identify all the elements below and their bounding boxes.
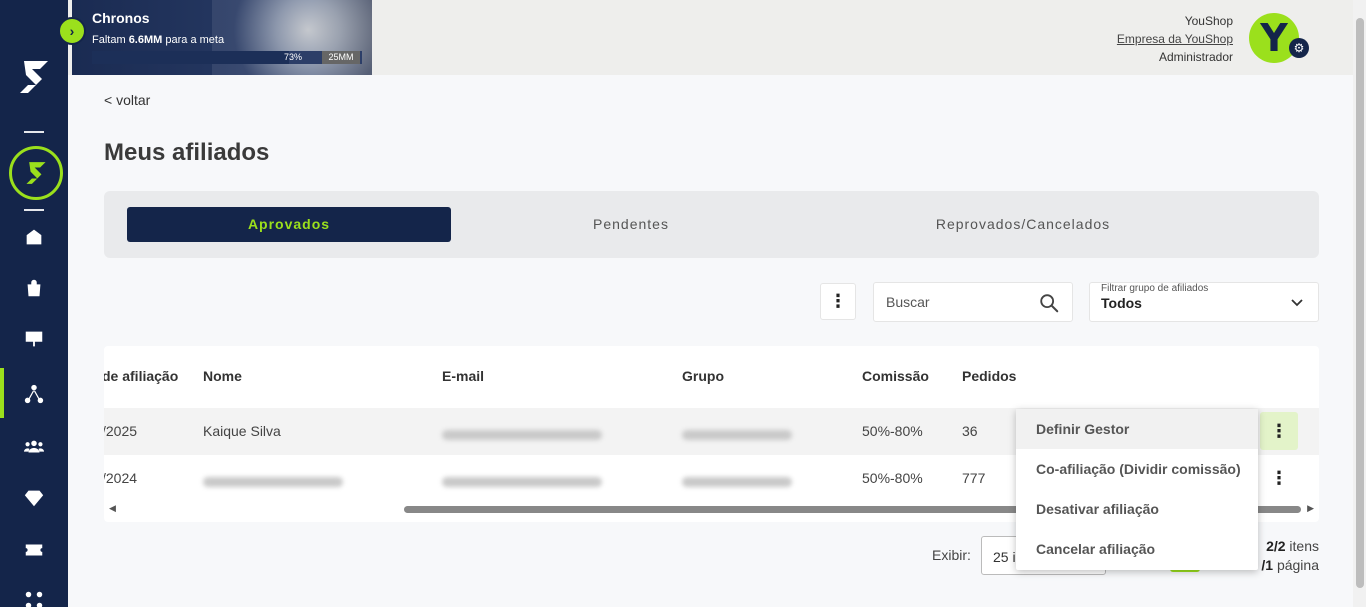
goal-progress-fill [92, 51, 290, 64]
sidebar-divider [24, 131, 44, 133]
banner-title: Chronos [92, 10, 150, 26]
home-icon[interactable] [22, 225, 46, 249]
goal-banner[interactable]: Chronos Faltam 6.6MM para a meta 73% 25M… [72, 0, 372, 75]
back-link[interactable]: < voltar [104, 92, 150, 108]
scroll-left-arrow-icon[interactable]: ◀ [109, 503, 116, 514]
pages-count-value: /1 [1261, 557, 1274, 573]
company-link[interactable]: Empresa da YouShop [1117, 30, 1233, 48]
affiliates-network-icon[interactable] [22, 382, 46, 406]
items-count-suffix: itens [1289, 538, 1319, 554]
user-info: YouShop Empresa da YouShop Administrador [1117, 12, 1233, 66]
cell-email-redacted [442, 474, 602, 490]
search-icon[interactable] [1038, 292, 1060, 314]
cell-commission: 50%-80% [862, 470, 923, 486]
status-tabs: Aprovados Pendentes Reprovados/Cancelado… [104, 191, 1319, 258]
user-name: YouShop [1184, 14, 1233, 28]
search-box [873, 282, 1073, 322]
column-header-date[interactable]: de afiliação [104, 368, 178, 384]
apps-grid-icon[interactable] [22, 588, 46, 607]
users-group-icon[interactable] [22, 435, 46, 459]
scroll-right-arrow-icon[interactable]: ▶ [1307, 503, 1314, 514]
ticket-icon[interactable] [22, 538, 46, 562]
banner-subtitle-prefix: Faltam [92, 34, 126, 46]
user-role: Administrador [1158, 50, 1233, 64]
sidebar-toggle-button[interactable]: › [58, 17, 86, 45]
cell-name-redacted [203, 474, 343, 490]
cell-date: /2024 [104, 470, 138, 486]
shopping-bag-icon[interactable] [22, 276, 46, 300]
column-header-name[interactable]: Nome [203, 368, 242, 384]
menu-item-co-affiliation[interactable]: Co-afiliação (Dividir comissão) [1016, 449, 1258, 489]
cell-date: /2025 [104, 423, 138, 439]
gear-icon[interactable]: ⚙ [1289, 38, 1309, 58]
page-vertical-scrollbar[interactable] [1353, 0, 1366, 607]
cell-group-redacted [682, 474, 792, 490]
filter-label: Filtrar grupo de afiliados [1101, 283, 1209, 294]
column-header-orders[interactable]: Pedidos [962, 368, 1016, 384]
pages-count: /1 página [1261, 557, 1319, 573]
presentation-icon[interactable] [22, 327, 46, 351]
sidebar [0, 0, 68, 607]
filter-value: Todos [1101, 295, 1142, 311]
sidebar-active-indicator [0, 368, 4, 418]
row-actions-button[interactable]: ⋮ [1260, 459, 1298, 497]
menu-item-cancel-affiliation[interactable]: Cancelar afiliação [1016, 529, 1258, 569]
column-header-email[interactable]: E-mail [442, 368, 484, 384]
sidebar-divider [24, 209, 44, 211]
chevron-down-icon [1291, 299, 1303, 307]
menu-item-define-manager[interactable]: Definir Gestor [1016, 409, 1258, 449]
cell-orders: 777 [962, 470, 986, 486]
ranking-badge-icon[interactable] [9, 146, 63, 200]
page-title: Meus afiliados [104, 139, 270, 166]
goal-progress-percent: 73% [284, 52, 303, 62]
search-input[interactable] [874, 283, 1034, 321]
cell-email-redacted [442, 427, 602, 443]
more-options-button[interactable]: ⋮ [820, 283, 856, 320]
page-scrollbar-thumb[interactable] [1356, 18, 1364, 588]
banner-subtitle: Faltam 6.6MM para a meta [92, 34, 224, 46]
brand-logo-icon[interactable] [14, 55, 54, 99]
banner-subtitle-amount: 6.6MM [128, 34, 163, 46]
pages-count-suffix: página [1276, 557, 1319, 573]
menu-item-deactivate-affiliation[interactable]: Desativar afiliação [1016, 489, 1258, 529]
affiliate-group-filter[interactable]: Filtrar grupo de afiliados Todos [1089, 282, 1319, 322]
column-header-commission[interactable]: Comissão [862, 368, 929, 384]
cell-group-redacted [682, 427, 792, 443]
items-count-value: 2/2 [1266, 538, 1286, 554]
cell-orders: 36 [962, 423, 978, 439]
banner-subtitle-suffix: para a meta [165, 34, 225, 46]
cell-commission: 50%-80% [862, 423, 923, 439]
goal-target: 25MM [322, 51, 360, 64]
diamond-icon[interactable] [22, 486, 46, 510]
cell-name: Kaique Silva [203, 423, 281, 439]
goal-progress-bar: 73% 25MM [92, 51, 362, 64]
column-header-group[interactable]: Grupo [682, 368, 724, 384]
tab-aprovados[interactable]: Aprovados [127, 207, 451, 242]
page-size-label: Exibir: [932, 547, 971, 563]
row-actions-menu: Definir Gestor Co-afiliação (Dividir com… [1016, 409, 1258, 570]
items-count: 2/2 itens [1266, 538, 1319, 554]
row-actions-button[interactable]: ⋮ [1260, 412, 1298, 450]
tab-pendentes[interactable]: Pendentes [469, 207, 793, 242]
tab-reprovados-cancelados[interactable]: Reprovados/Cancelados [861, 207, 1185, 242]
